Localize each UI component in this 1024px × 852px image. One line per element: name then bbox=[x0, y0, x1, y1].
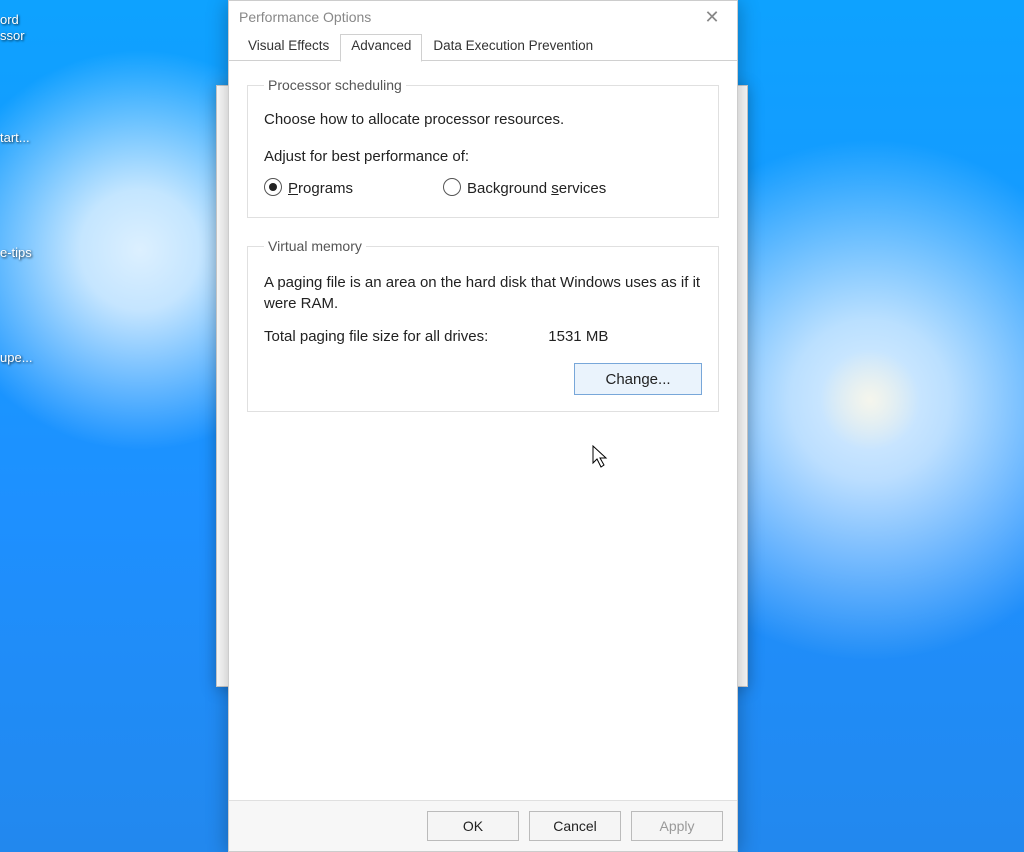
close-icon[interactable]: ✕ bbox=[697, 1, 727, 33]
ok-button[interactable]: OK bbox=[427, 811, 519, 841]
processor-scheduling-group: Processor scheduling Choose how to alloc… bbox=[247, 77, 719, 218]
radio-background-label: Background services bbox=[467, 180, 606, 197]
radio-icon bbox=[443, 178, 461, 196]
tab-visual-effects[interactable]: Visual Effects bbox=[237, 34, 340, 62]
apply-button[interactable]: Apply bbox=[631, 811, 723, 841]
radio-icon bbox=[264, 178, 282, 196]
adjust-label: Adjust for best performance of: bbox=[264, 148, 702, 165]
paging-total-label: Total paging file size for all drives: bbox=[264, 328, 488, 345]
tabstrip: Visual Effects Advanced Data Execution P… bbox=[229, 33, 737, 61]
desktop-icon[interactable]: upe... bbox=[0, 350, 33, 366]
group-description: Choose how to allocate processor resourc… bbox=[264, 111, 702, 128]
tab-dep[interactable]: Data Execution Prevention bbox=[422, 34, 604, 62]
virtual-memory-description: A paging file is an area on the hard dis… bbox=[264, 272, 702, 314]
cancel-button[interactable]: Cancel bbox=[529, 811, 621, 841]
radio-programs[interactable]: Programs bbox=[264, 179, 353, 197]
paging-total-value: 1531 MB bbox=[548, 328, 608, 345]
performance-options-dialog: Performance Options ✕ Visual Effects Adv… bbox=[228, 0, 738, 852]
desktop-icon[interactable]: tart... bbox=[0, 130, 30, 146]
group-legend: Processor scheduling bbox=[264, 77, 406, 93]
dialog-title: Performance Options bbox=[239, 9, 371, 25]
virtual-memory-group: Virtual memory A paging file is an area … bbox=[247, 238, 719, 412]
desktop-icon[interactable]: ordssor bbox=[0, 12, 25, 43]
tab-advanced[interactable]: Advanced bbox=[340, 34, 422, 62]
group-legend: Virtual memory bbox=[264, 238, 366, 254]
tab-content: Processor scheduling Choose how to alloc… bbox=[229, 61, 737, 800]
change-button[interactable]: Change... bbox=[574, 363, 702, 395]
desktop-icon[interactable]: e-tips bbox=[0, 245, 32, 261]
dialog-button-bar: OK Cancel Apply bbox=[229, 800, 737, 851]
radio-programs-label: Programs bbox=[288, 180, 353, 197]
radio-background-services[interactable]: Background services bbox=[443, 179, 606, 197]
dialog-titlebar[interactable]: Performance Options ✕ bbox=[229, 1, 737, 33]
